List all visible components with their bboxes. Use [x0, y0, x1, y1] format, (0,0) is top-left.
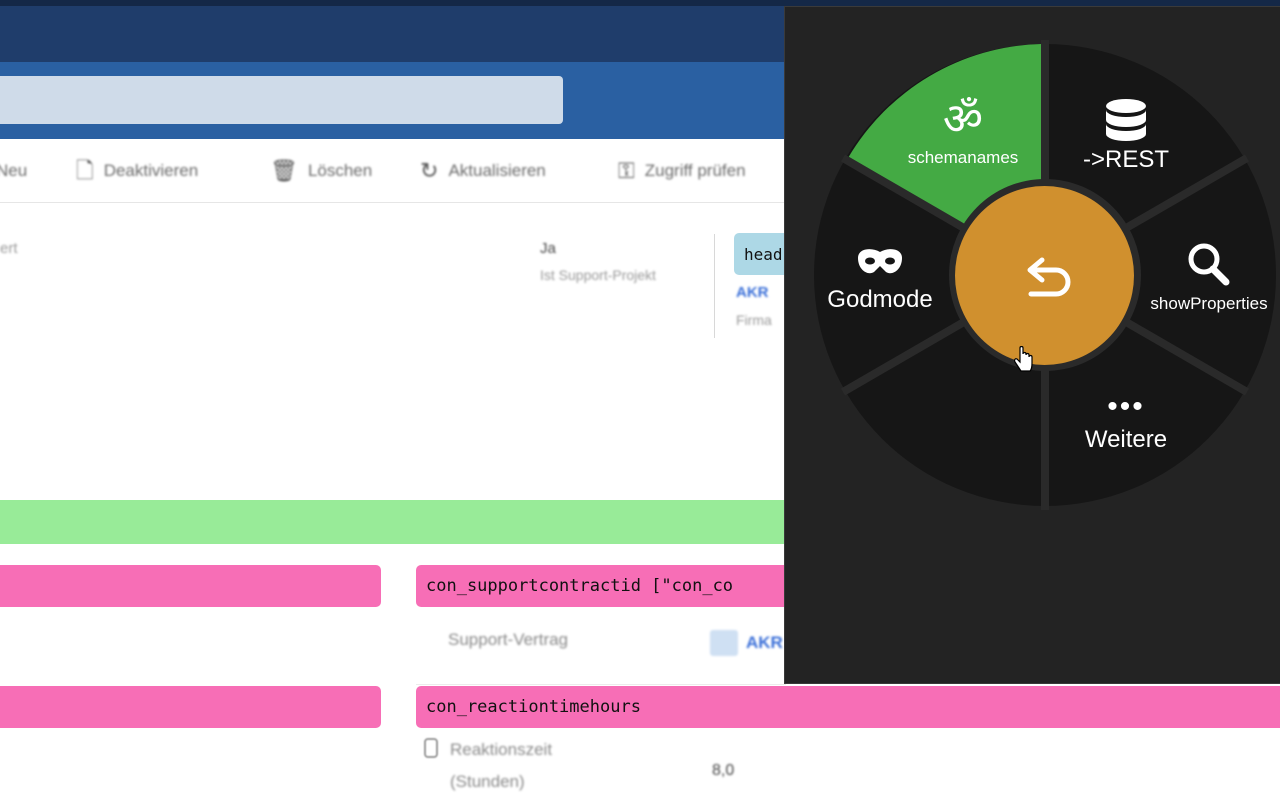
menu-item-godmode-label: Godmode: [827, 286, 933, 313]
menu-item-rest[interactable]: ->REST: [1066, 98, 1186, 174]
hand-cursor-icon: [1014, 346, 1033, 372]
back-button[interactable]: [955, 186, 1134, 365]
mask-icon-slot: [812, 248, 948, 278]
menu-item-godmode[interactable]: Godmode: [812, 248, 948, 314]
menu-item-rest-label: ->REST: [1082, 146, 1169, 173]
menu-item-schemanames-label: schemanames: [907, 148, 1019, 167]
back-arrow-icon: [1027, 257, 1071, 297]
database-icon-slot: [1066, 98, 1186, 142]
menu-item-more[interactable]: ••• Weitere: [1066, 392, 1186, 454]
menu-item-showproperties[interactable]: showProperties: [1142, 240, 1276, 314]
om-icon: ॐ: [942, 95, 984, 144]
menu-item-schemanames[interactable]: ॐ schemanames: [893, 98, 1033, 168]
menu-item-more-label: Weitere: [1084, 426, 1168, 453]
menu-item-showproperties-label: showProperties: [1150, 294, 1268, 313]
more-icon: •••: [1107, 390, 1145, 423]
search-icon-slot: [1142, 240, 1276, 286]
